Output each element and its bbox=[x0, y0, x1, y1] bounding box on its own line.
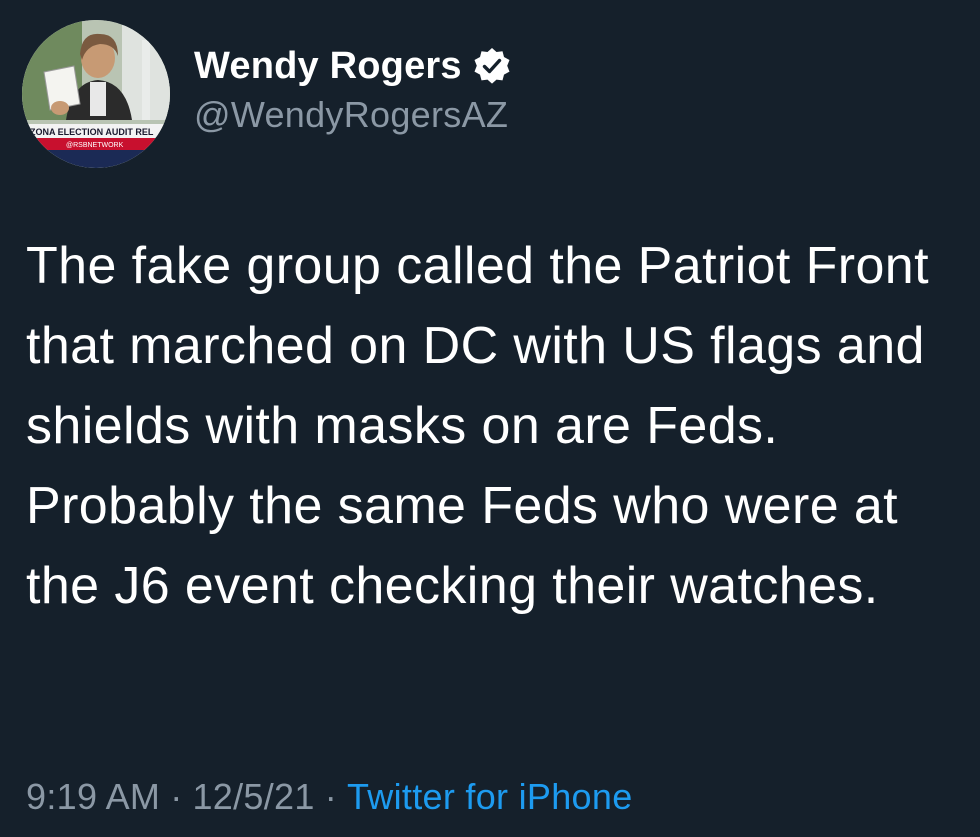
meta-separator: · bbox=[170, 776, 183, 817]
display-name[interactable]: Wendy Rogers bbox=[194, 45, 462, 88]
tweet-text: The fake group called the Patriot Front … bbox=[26, 237, 929, 615]
name-row: Wendy Rogers bbox=[194, 42, 512, 90]
meta-separator: · bbox=[324, 776, 337, 817]
avatar-banner-text: ZONA ELECTION AUDIT REL bbox=[30, 127, 154, 137]
author-block: Wendy Rogers @WendyRogersAZ bbox=[194, 42, 512, 136]
avatar[interactable]: ZONA ELECTION AUDIT REL @RSBNETWORK bbox=[22, 20, 170, 168]
tweet-meta: 9:19 AM · 12/5/21 · Twitter for iPhone bbox=[26, 772, 633, 822]
user-handle[interactable]: @WendyRogersAZ bbox=[194, 94, 512, 136]
tweet-source-link[interactable]: Twitter for iPhone bbox=[347, 776, 633, 817]
avatar-photo: ZONA ELECTION AUDIT REL @RSBNETWORK bbox=[22, 20, 170, 168]
avatar-banner-subtext: @RSBNETWORK bbox=[66, 142, 124, 149]
verified-badge-icon bbox=[472, 46, 512, 86]
tweet-time[interactable]: 9:19 AM bbox=[26, 776, 160, 817]
tweet-date[interactable]: 12/5/21 bbox=[192, 776, 314, 817]
tweet-card: ZONA ELECTION AUDIT REL @RSBNETWORK Wend… bbox=[0, 0, 980, 837]
